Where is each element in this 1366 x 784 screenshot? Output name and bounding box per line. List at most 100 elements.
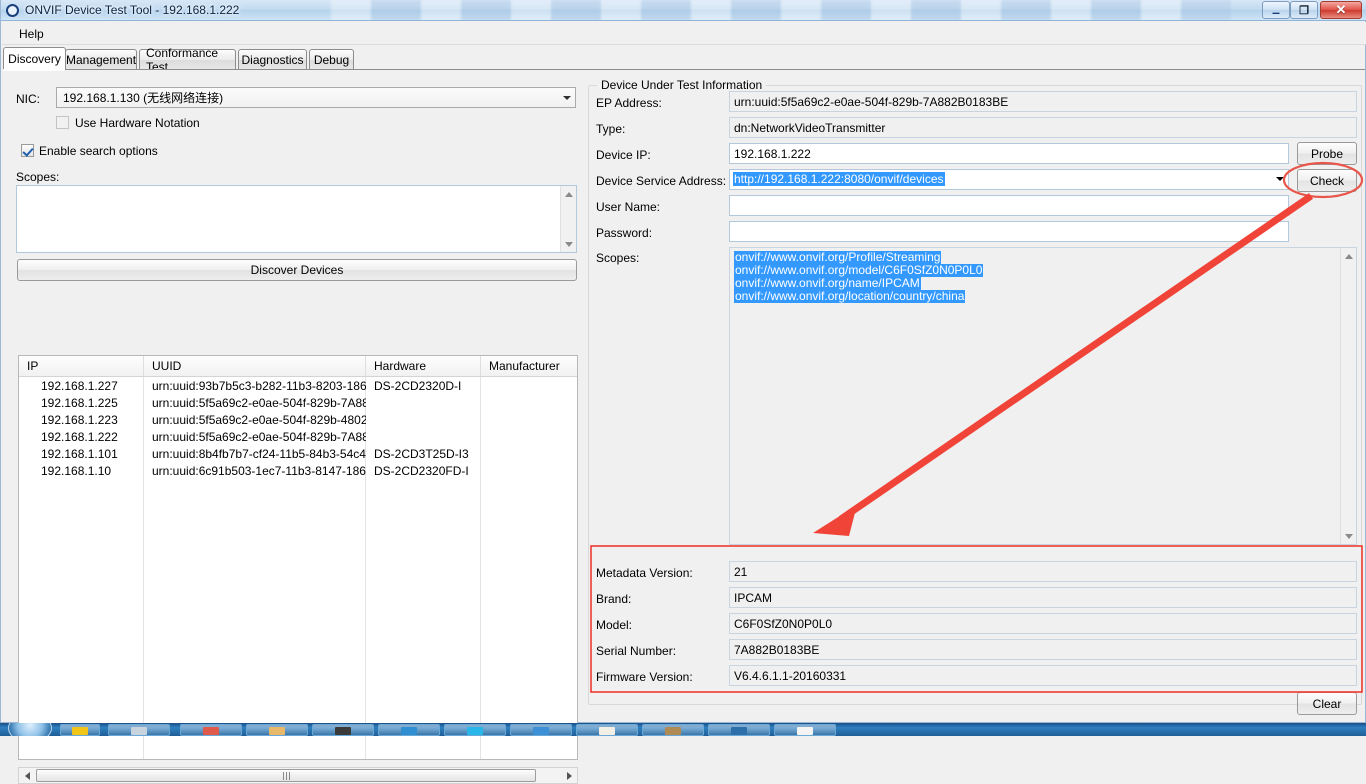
password-input[interactable] [729, 221, 1289, 242]
taskbar-item[interactable] [312, 724, 374, 736]
taskbar-icon [467, 727, 483, 735]
cell-ip: 192.168.1.225 [41, 395, 118, 410]
taskbar-item[interactable] [180, 724, 242, 736]
table-row[interactable]: 192.168.1.10 urn:uuid:6c91b503-1ec7-11b3-… [19, 462, 577, 479]
scroll-down-icon[interactable] [561, 236, 577, 252]
table-row[interactable]: 192.168.1.222 urn:uuid:5f5a69c2-e0ae-504f… [19, 428, 577, 445]
enable-search-options-label: Enable search options [39, 144, 158, 158]
use-hardware-notation-label: Use Hardware Notation [75, 116, 200, 130]
taskbar-icon [797, 727, 813, 735]
chevron-down-icon[interactable] [1276, 177, 1284, 181]
discovery-scopes-input[interactable] [16, 185, 577, 253]
horizontal-scroll-thumb[interactable] [36, 769, 536, 782]
cell-hardware [366, 394, 481, 411]
taskbar-item[interactable] [642, 724, 704, 736]
scroll-grip-icon [282, 771, 290, 780]
cell-hardware: DS-2CD3T25D-I3 [374, 446, 469, 461]
dut-scopes-textarea[interactable]: onvif://www.onvif.org/Profile/Streaming o… [729, 247, 1357, 545]
tab-debug-label: Debug [313, 53, 350, 67]
ep-address-value: urn:uuid:5f5a69c2-e0ae-504f-829b-7A882B0… [734, 95, 1009, 109]
dut-scopes-lines: onvif://www.onvif.org/Profile/Streaming o… [734, 251, 1352, 303]
taskbar-icon [731, 727, 747, 735]
scroll-left-icon[interactable] [19, 768, 35, 783]
cell-hardware: DS-2CD2320D-I [374, 378, 462, 393]
tab-debug[interactable]: Debug [309, 49, 354, 70]
discovered-devices-table[interactable]: IP UUID Hardware Manufacturer 192.168.1.… [18, 355, 578, 760]
taskbar-item[interactable] [378, 724, 440, 736]
close-button[interactable]: ✕ [1320, 1, 1362, 19]
user-name-input[interactable] [729, 195, 1289, 216]
type-label: Type: [596, 122, 626, 136]
device-ip-value: 192.168.1.222 [734, 147, 811, 161]
ep-address-label: EP Address: [596, 96, 662, 110]
tab-discovery[interactable]: Discovery [3, 47, 66, 70]
cell-hardware [366, 428, 481, 445]
taskbar-icon [269, 727, 285, 735]
windows-taskbar[interactable] [0, 723, 1366, 736]
ep-address-field: urn:uuid:5f5a69c2-e0ae-504f-829b-7A882B0… [729, 91, 1357, 112]
metadata-version-field: 21 [729, 561, 1357, 582]
taskbar-item[interactable] [510, 724, 572, 736]
taskbar-item[interactable] [108, 724, 170, 736]
table-row[interactable]: 192.168.1.227 urn:uuid:93b7b5c3-b282-11b3… [19, 377, 577, 394]
taskbar-item[interactable] [60, 724, 100, 736]
discover-devices-button[interactable]: Discover Devices [17, 259, 577, 281]
scroll-down-icon[interactable] [1341, 528, 1357, 544]
taskbar-item[interactable] [444, 724, 506, 736]
device-ip-input[interactable]: 192.168.1.222 [729, 143, 1289, 164]
firmware-version-field: V6.4.6.1.1-20160331 [729, 665, 1357, 686]
nic-label: NIC: [16, 92, 40, 106]
devices-horizontal-scrollbar[interactable] [18, 767, 578, 784]
cell-uuid: urn:uuid:93b7b5c3-b282-11b3-8203-1868... [152, 378, 366, 393]
device-service-address-label: Device Service Address: [596, 174, 727, 188]
table-row[interactable]: 192.168.1.223 urn:uuid:5f5a69c2-e0ae-504f… [19, 411, 577, 428]
table-body: 192.168.1.227 urn:uuid:93b7b5c3-b282-11b3… [19, 377, 577, 479]
scroll-up-icon[interactable] [561, 186, 577, 202]
taskbar-item[interactable] [576, 724, 638, 736]
taskbar-item[interactable] [774, 724, 836, 736]
cell-manufacturer [481, 428, 577, 445]
start-button[interactable] [8, 723, 52, 736]
table-row[interactable]: 192.168.1.101 urn:uuid:8b4fb7b7-cf24-11b5… [19, 445, 577, 462]
taskbar-icon [401, 727, 417, 735]
probe-button[interactable]: Probe [1297, 142, 1357, 165]
taskbar-item[interactable] [708, 724, 770, 736]
taskbar-icon [131, 727, 147, 735]
check-button[interactable]: Check [1297, 169, 1357, 192]
column-header-ip[interactable]: IP [19, 356, 144, 376]
menu-item-help[interactable]: Help [12, 26, 51, 42]
cell-uuid: urn:uuid:5f5a69c2-e0ae-504f-829b-7A882..… [152, 395, 366, 410]
cell-ip: 192.168.1.222 [41, 429, 118, 444]
clear-button[interactable]: Clear [1297, 692, 1357, 715]
tab-diagnostics[interactable]: Diagnostics [238, 49, 307, 70]
use-hardware-notation-checkbox[interactable] [56, 116, 69, 129]
discovery-scopes-scrollbar[interactable] [560, 186, 576, 252]
tab-conformance-test[interactable]: Conformance Test [139, 46, 236, 74]
serial-number-label: Serial Number: [596, 644, 677, 658]
table-row[interactable]: 192.168.1.225 urn:uuid:5f5a69c2-e0ae-504f… [19, 394, 577, 411]
column-header-hardware[interactable]: Hardware [366, 356, 481, 376]
maximize-button[interactable]: ❐ [1290, 1, 1318, 19]
tab-selected-notch [3, 69, 64, 71]
taskbar-item[interactable] [246, 724, 308, 736]
tab-management[interactable]: Management [65, 49, 137, 70]
serial-number-value: 7A882B0183BE [734, 643, 820, 657]
column-header-manufacturer[interactable]: Manufacturer [481, 356, 577, 376]
scroll-right-icon[interactable] [561, 768, 577, 783]
cell-manufacturer [481, 411, 577, 428]
scroll-up-icon[interactable] [1341, 248, 1357, 264]
device-service-address-combo[interactable]: http://192.168.1.222:8080/onvif/devices [729, 169, 1289, 190]
dut-scopes-scrollbar[interactable] [1340, 248, 1356, 544]
discover-devices-label: Discover Devices [250, 263, 344, 277]
column-header-uuid[interactable]: UUID [144, 356, 366, 376]
nic-select[interactable]: 192.168.1.130 (无线网络连接) [56, 87, 576, 108]
minimize-button[interactable]: – [1262, 1, 1290, 19]
enable-search-options-checkbox[interactable] [21, 144, 34, 157]
device-ip-label: Device IP: [596, 148, 651, 162]
discovery-panel: NIC: 192.168.1.130 (无线网络连接) Use Hardware… [3, 70, 580, 784]
onvif-ring-icon [6, 4, 19, 17]
maximize-icon: ❐ [1299, 4, 1309, 17]
nic-select-value: 192.168.1.130 (无线网络连接) [63, 91, 224, 105]
dut-scopes-label: Scopes: [596, 251, 640, 265]
probe-button-label: Probe [1310, 146, 1344, 161]
